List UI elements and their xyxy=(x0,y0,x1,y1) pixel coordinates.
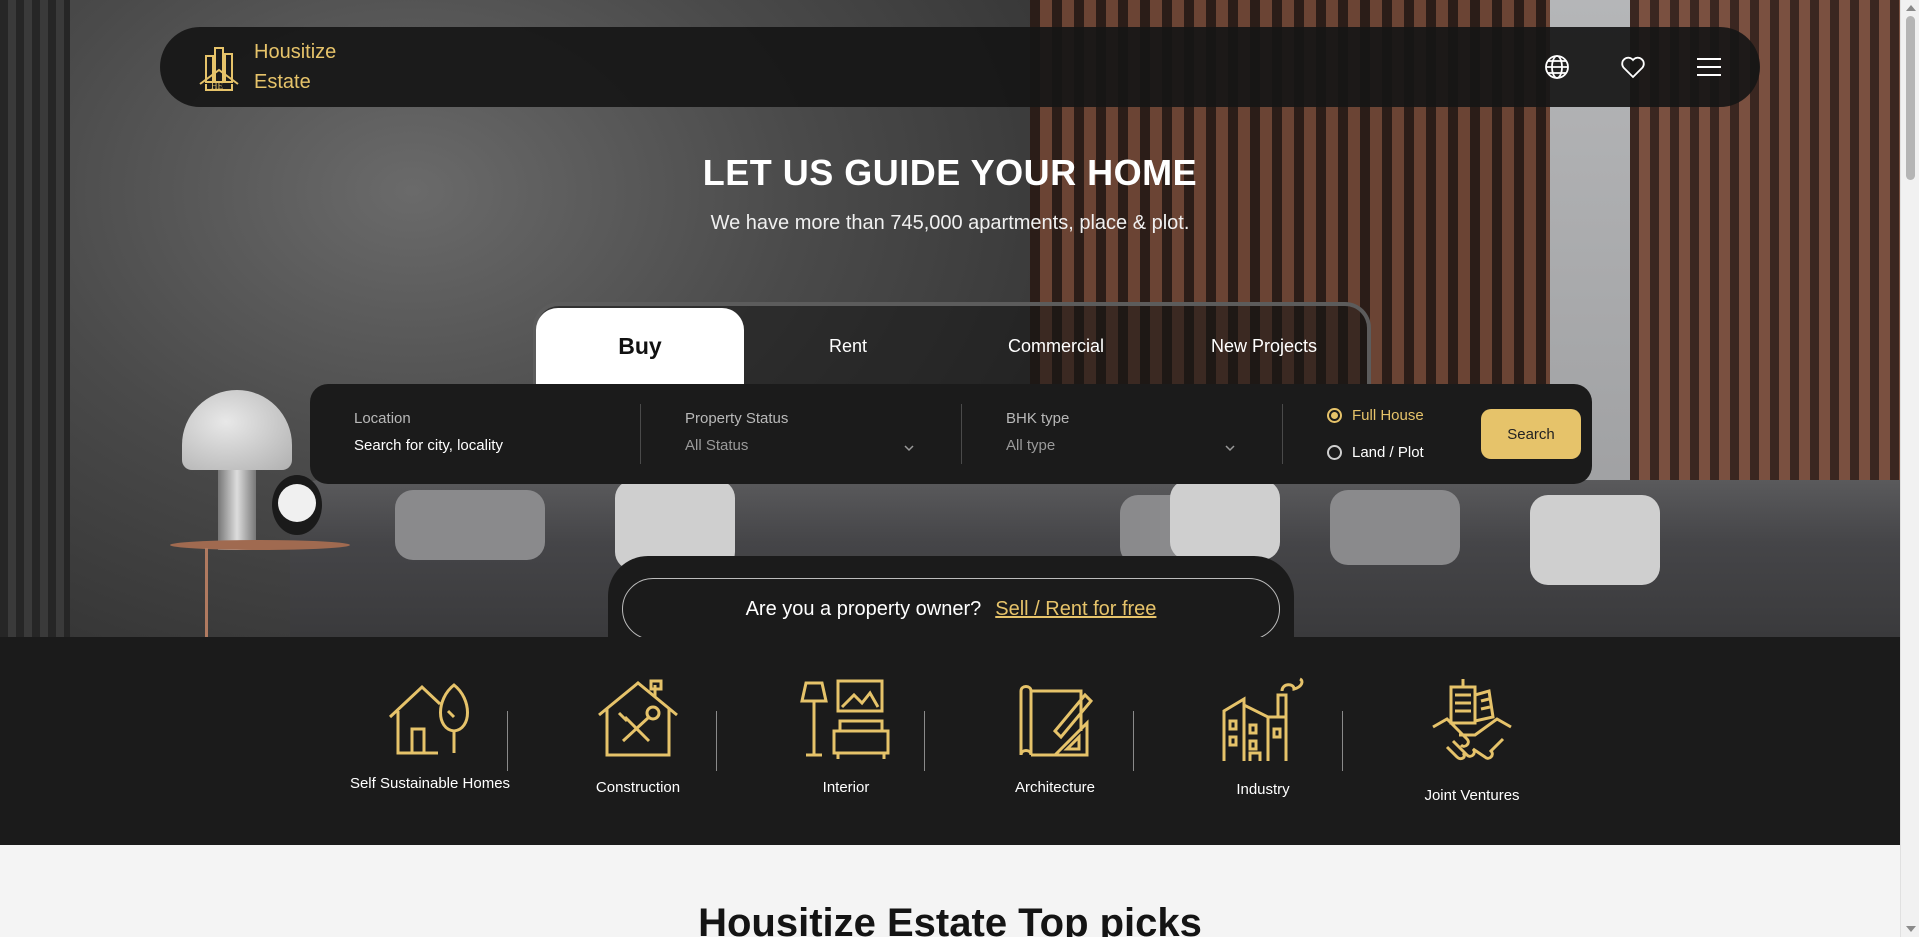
nav-icons xyxy=(1544,54,1722,80)
property-kind-radios: Full House Land / Plot xyxy=(1283,384,1473,484)
tab-rent[interactable]: Rent xyxy=(744,308,952,384)
brand-name-line2: Estate xyxy=(254,71,311,93)
owner-question: Are you a property owner? xyxy=(745,597,982,620)
service-label: Construction xyxy=(595,779,681,796)
hero-subtitle: We have more than 745,000 apartments, pl… xyxy=(710,212,1190,234)
location-input[interactable]: Search for city, locality xyxy=(354,437,640,454)
search-tabs: Buy Rent Commercial New Projects xyxy=(536,308,1368,384)
pillow xyxy=(395,490,545,560)
clock-face xyxy=(278,484,316,522)
services-strip: Self Sustainable Homes Construction Inte… xyxy=(0,637,1900,845)
radio-selected-icon xyxy=(1327,408,1342,423)
top-picks-title: Housitize Estate Top picks xyxy=(698,901,1202,937)
menu-icon[interactable] xyxy=(1696,54,1722,80)
owner-banner: Are you a property owner? Sell / Rent fo… xyxy=(622,578,1280,640)
service-self-sustainable-homes[interactable]: Self Sustainable Homes xyxy=(330,677,530,792)
pillow xyxy=(1530,495,1660,585)
construction-icon xyxy=(598,679,678,757)
curtain xyxy=(0,0,70,637)
bhk-type-label: BHK type xyxy=(1006,410,1070,427)
radio-full-house-label: Full House xyxy=(1352,407,1424,424)
tab-buy[interactable]: Buy xyxy=(536,308,744,384)
service-label: Interior xyxy=(822,779,870,796)
pillow xyxy=(1170,480,1280,560)
service-label: Architecture xyxy=(1014,779,1096,796)
bhk-type-value: All type xyxy=(1006,437,1056,454)
scrollbar-thumb[interactable] xyxy=(1906,16,1915,180)
service-industry[interactable]: Industry xyxy=(1163,677,1363,798)
lamp-base xyxy=(218,470,256,550)
location-field[interactable]: Location Search for city, locality xyxy=(310,384,640,484)
industry-icon xyxy=(1222,677,1304,761)
search-button[interactable]: Search xyxy=(1481,409,1581,459)
brand-logo[interactable]: HE Housitize Estate xyxy=(198,37,336,97)
pillow xyxy=(1330,490,1460,565)
service-label: Self Sustainable Homes xyxy=(349,775,511,792)
handshake-icon xyxy=(1432,679,1512,761)
radio-land-plot[interactable]: Land / Plot xyxy=(1327,444,1473,461)
brand-name-line1: Housitize xyxy=(254,41,337,63)
service-label: Industry xyxy=(1236,781,1290,798)
service-interior[interactable]: Interior xyxy=(746,677,946,796)
chevron-down-icon xyxy=(1225,445,1235,452)
radio-land-plot-label: Land / Plot xyxy=(1352,444,1424,461)
svg-text:HE: HE xyxy=(211,81,223,91)
tab-commercial[interactable]: Commercial xyxy=(952,308,1160,384)
property-status-label: Property Status xyxy=(685,410,789,427)
navbar: HE Housitize Estate xyxy=(160,27,1760,107)
divider xyxy=(507,711,508,771)
divider xyxy=(1133,711,1134,771)
tab-new-projects[interactable]: New Projects xyxy=(1160,308,1368,384)
divider xyxy=(716,711,717,771)
divider xyxy=(924,711,925,771)
property-status-select[interactable]: Property Status All Status xyxy=(641,384,961,484)
logo-icon: HE xyxy=(199,47,239,91)
search-bar: Location Search for city, locality Prope… xyxy=(310,384,1592,484)
heart-icon[interactable] xyxy=(1620,54,1646,80)
sell-rent-link[interactable]: Sell / Rent for free xyxy=(995,598,1156,621)
bhk-type-select[interactable]: BHK type All type xyxy=(962,384,1282,484)
architecture-icon xyxy=(1019,685,1094,757)
property-status-value: All Status xyxy=(685,437,749,454)
scroll-up-icon[interactable] xyxy=(1906,5,1916,11)
page-scrollbar[interactable] xyxy=(1900,0,1919,937)
service-label: Joint Ventures xyxy=(1424,787,1520,804)
top-picks-section: Housitize Estate Top picks xyxy=(0,845,1900,937)
service-construction[interactable]: Construction xyxy=(538,677,738,796)
radio-full-house[interactable]: Full House xyxy=(1327,407,1473,424)
eco-home-icon xyxy=(388,683,469,755)
side-table-leg xyxy=(205,548,208,637)
globe-icon[interactable] xyxy=(1544,54,1570,80)
hero-title: LET US GUIDE YOUR HOME xyxy=(702,152,1198,193)
location-label: Location xyxy=(354,410,411,427)
chevron-down-icon xyxy=(904,445,914,452)
brand-name: Housitize Estate xyxy=(254,37,336,97)
radio-unselected-icon xyxy=(1327,445,1342,460)
service-joint-ventures[interactable]: Joint Ventures xyxy=(1372,677,1572,804)
service-architecture[interactable]: Architecture xyxy=(955,677,1155,796)
scroll-down-icon[interactable] xyxy=(1906,926,1916,932)
divider xyxy=(1342,711,1343,771)
side-table xyxy=(170,540,350,550)
interior-icon xyxy=(800,679,890,759)
